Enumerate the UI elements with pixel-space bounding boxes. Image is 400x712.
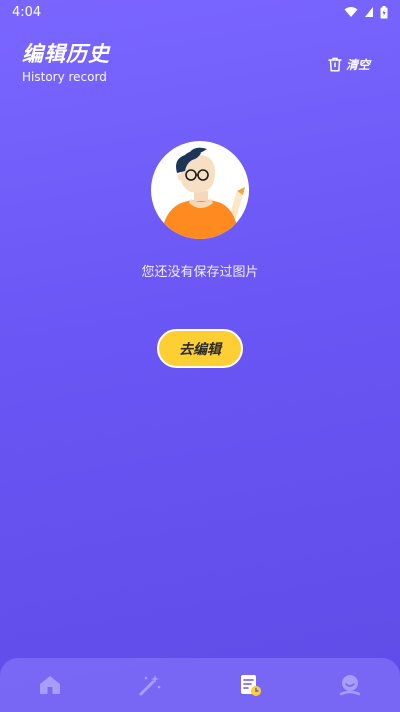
status-icons bbox=[344, 5, 388, 19]
magic-wand-icon bbox=[138, 673, 162, 697]
history-doc-icon bbox=[238, 673, 262, 697]
nav-item-home[interactable] bbox=[20, 665, 80, 705]
nav-item-magic[interactable] bbox=[120, 665, 180, 705]
page-title: 编辑历史 bbox=[22, 42, 110, 66]
trash-icon bbox=[328, 57, 342, 72]
go-edit-button[interactable]: 去编辑 bbox=[157, 329, 243, 368]
status-bar: 4:04 bbox=[0, 0, 400, 24]
battery-icon bbox=[380, 5, 388, 19]
home-icon bbox=[38, 674, 62, 696]
signal-icon bbox=[364, 6, 374, 18]
empty-illustration bbox=[151, 141, 249, 239]
status-time: 4:04 bbox=[12, 4, 42, 20]
profile-icon bbox=[338, 673, 362, 697]
bottom-nav bbox=[0, 658, 400, 712]
nav-item-profile[interactable] bbox=[320, 665, 380, 705]
empty-message: 您还没有保存过图片 bbox=[141, 265, 259, 280]
clear-button[interactable]: 清空 bbox=[328, 56, 370, 73]
wifi-icon bbox=[344, 6, 358, 18]
clear-label: 清空 bbox=[345, 58, 370, 72]
page-subtitle: History record bbox=[22, 70, 107, 84]
nav-item-history[interactable] bbox=[220, 665, 280, 705]
